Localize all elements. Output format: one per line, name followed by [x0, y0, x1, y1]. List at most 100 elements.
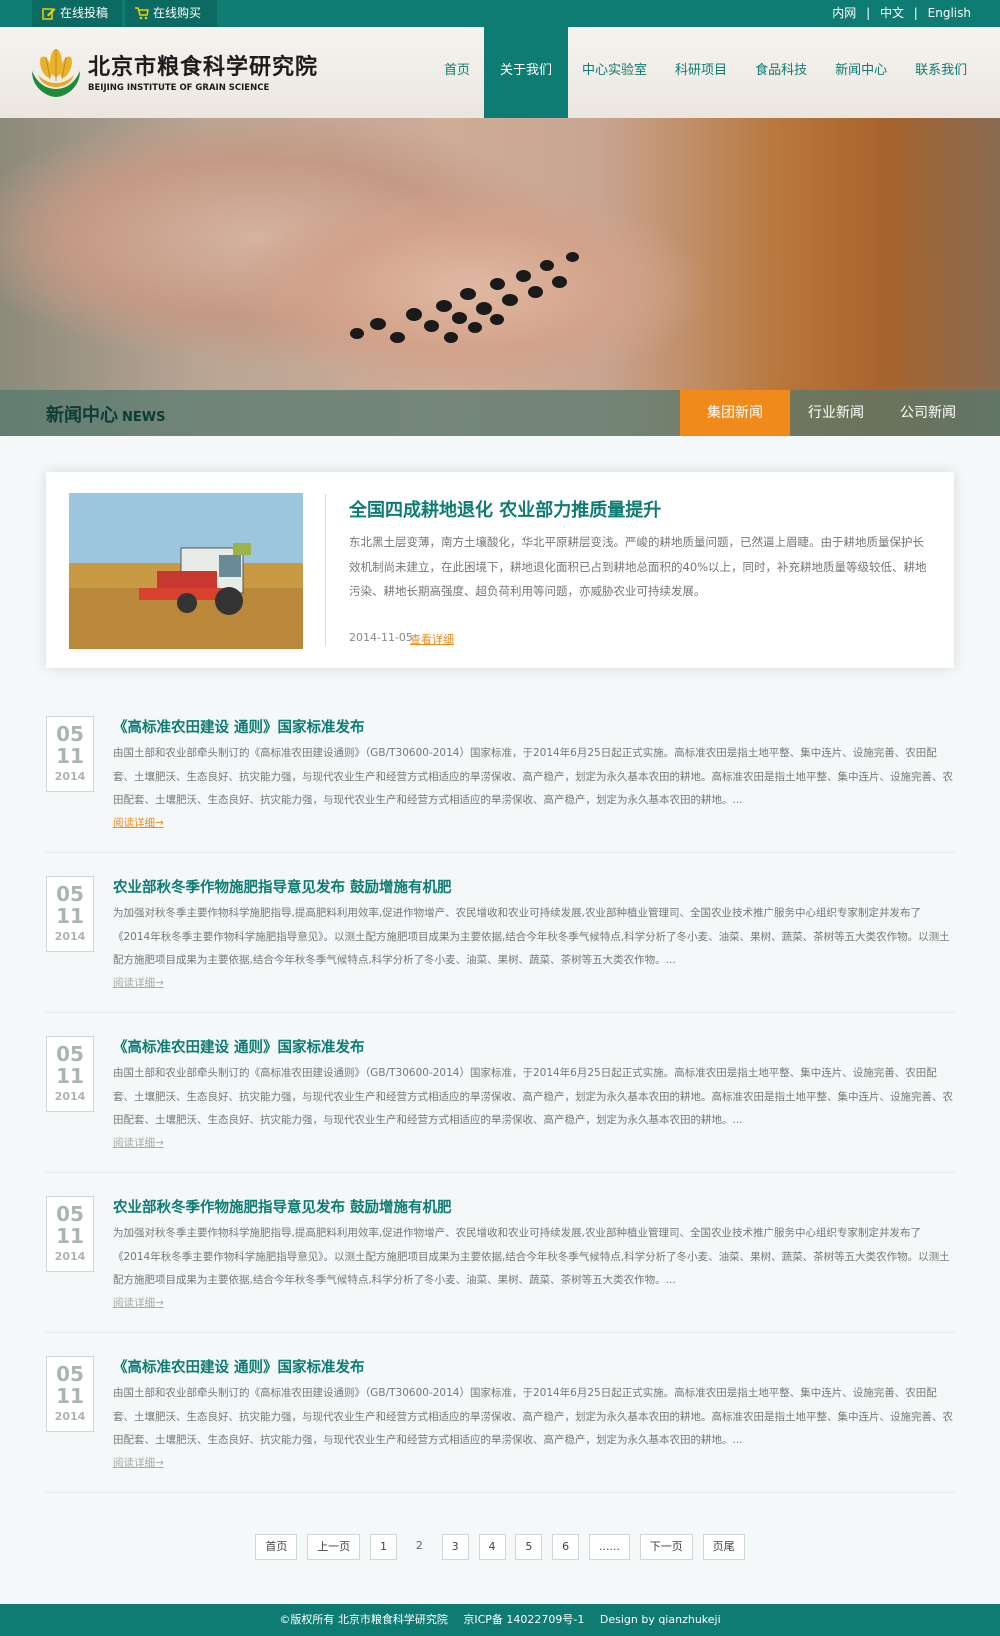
nav-home[interactable]: 首页 — [430, 27, 484, 118]
nav-about[interactable]: 关于我们 — [484, 27, 569, 118]
read-more-link[interactable]: 阅读详细→ — [113, 1295, 164, 1310]
news-title[interactable]: 《高标准农田建设 通则》国家标准发布 — [113, 716, 365, 737]
page-5[interactable]: 5 — [515, 1534, 543, 1560]
nav-research[interactable]: 科研项目 — [661, 27, 741, 118]
section-title-cn: 新闻中心 — [46, 405, 118, 426]
footer-design-credit: Design by qianzhukeji — [599, 1613, 721, 1626]
footer-icp[interactable]: 京ICP备 14022709号-1 — [463, 1613, 584, 1626]
page-next[interactable]: 下一页 — [639, 1534, 693, 1560]
edit-icon — [42, 8, 56, 20]
news-summary: 由国土部和农业部牵头制订的《高标准农田建设通则》（GB/T30600-2014）… — [113, 747, 953, 806]
seeds-image — [340, 248, 600, 358]
page-last[interactable]: 页尾 — [702, 1534, 745, 1560]
news-list-item: 05 11 2014 《高标准农田建设 通则》国家标准发布 由国土部和农业部牵头… — [46, 1356, 954, 1493]
section-title-en: NEWS — [122, 410, 166, 425]
date-year: 2014 — [54, 1090, 86, 1103]
date-badge: 05 11 2014 — [46, 876, 94, 952]
footer-copyright: ©版权所有 北京市粮食科学研究院 — [279, 1613, 448, 1626]
date-badge: 05 11 2014 — [46, 1036, 94, 1112]
news-summary: 由国土部和农业部牵头制订的《高标准农田建设通则》（GB/T30600-2014）… — [113, 1067, 953, 1126]
featured-description: 东北黑土层变薄，南方土壤酸化，华北平原耕层变浅。严峻的耕地质量问题，已然逼上眉睫… — [349, 535, 927, 598]
page-4[interactable]: 4 — [478, 1534, 506, 1560]
read-more-link[interactable]: 阅读详细→ — [113, 975, 164, 990]
news-summary: 为加强对秋冬季主要作物科学施肥指导,提高肥料利用效率,促进作物增产、农民增收和农… — [113, 1227, 950, 1286]
nav-news[interactable]: 新闻中心 — [821, 27, 901, 118]
section-bar: 新闻中心 NEWS 集团新闻 行业新闻 公司新闻 — [0, 390, 1000, 436]
site-header: 北京市粮食科学研究院 BEIJING INSTITUTE OF GRAIN SC… — [0, 27, 1000, 118]
news-title[interactable]: 《高标准农田建设 通则》国家标准发布 — [113, 1036, 365, 1057]
news-list-item: 05 11 2014 农业部秋冬季作物施肥指导意见发布 鼓励增施有机肥 为加强对… — [46, 1196, 954, 1333]
news-title[interactable]: 《高标准农田建设 通则》国家标准发布 — [113, 1356, 365, 1377]
read-more-link[interactable]: 阅读详细→ — [113, 1135, 164, 1150]
news-list-item: 05 11 2014 《高标准农田建设 通则》国家标准发布 由国土部和农业部牵头… — [46, 1036, 954, 1173]
page-first[interactable]: 首页 — [255, 1534, 298, 1560]
news-category-tabs: 集团新闻 行业新闻 公司新闻 — [680, 390, 1000, 436]
chinese-link[interactable]: 中文 — [880, 6, 904, 20]
date-day: 05 — [56, 722, 84, 746]
date-month: 11 — [56, 1224, 84, 1248]
date-month: 11 — [56, 904, 84, 928]
date-year: 2014 — [54, 770, 86, 783]
date-month: 11 — [56, 1384, 84, 1408]
read-more-link[interactable]: 阅读详细→ — [113, 1455, 164, 1470]
separator: | — [866, 6, 871, 20]
tab-industry-news[interactable]: 行业新闻 — [790, 390, 882, 436]
nav-contact[interactable]: 联系我们 — [901, 27, 981, 118]
date-day: 05 — [56, 1202, 84, 1226]
featured-image-harvester[interactable] — [69, 493, 303, 649]
date-day: 05 — [56, 882, 84, 906]
divider — [325, 494, 326, 646]
page-6[interactable]: 6 — [552, 1534, 580, 1560]
news-summary: 由国土部和农业部牵头制订的《高标准农田建设通则》（GB/T30600-2014）… — [113, 1387, 953, 1446]
news-title[interactable]: 农业部秋冬季作物施肥指导意见发布 鼓励增施有机肥 — [113, 1196, 452, 1217]
pagination: 首页 上一页 1 2 3 4 5 6 ...... 下一页 页尾 — [0, 1534, 1000, 1560]
read-more-link[interactable]: 阅读详细→ — [113, 815, 164, 830]
english-link[interactable]: English — [928, 6, 971, 20]
intranet-link[interactable]: 内网 — [832, 6, 856, 20]
date-day: 05 — [56, 1362, 84, 1386]
logo-chinese-name: 北京市粮食科学研究院 — [88, 55, 319, 80]
date-month: 11 — [56, 1064, 84, 1088]
section-title: 新闻中心 NEWS — [46, 401, 165, 427]
hero-banner — [0, 118, 1000, 436]
tab-company-news[interactable]: 公司新闻 — [882, 390, 1000, 436]
buy-online-label: 在线购买 — [153, 6, 202, 20]
featured-read-more-link[interactable]: 查看详细 — [410, 631, 454, 647]
page-3[interactable]: 3 — [441, 1534, 469, 1560]
news-title[interactable]: 农业部秋冬季作物施肥指导意见发布 鼓励增施有机肥 — [113, 876, 452, 897]
separator: | — [913, 6, 918, 20]
submit-online-button[interactable]: 在线投稿 — [32, 0, 122, 27]
top-bar: 在线投稿 在线购买 内网 | 中文 | English — [0, 0, 1000, 27]
page-1[interactable]: 1 — [370, 1534, 398, 1560]
cart-icon — [135, 7, 149, 20]
featured-title[interactable]: 全国四成耕地退化 农业部力推质量提升 — [349, 496, 661, 522]
tab-group-news[interactable]: 集团新闻 — [680, 390, 790, 436]
news-list-item: 05 11 2014 农业部秋冬季作物施肥指导意见发布 鼓励增施有机肥 为加强对… — [46, 876, 954, 1013]
page-prev[interactable]: 上一页 — [307, 1534, 361, 1560]
date-year: 2014 — [54, 1250, 86, 1263]
date-badge: 05 11 2014 — [46, 1356, 94, 1432]
date-month: 11 — [56, 744, 84, 768]
submit-online-label: 在线投稿 — [60, 6, 109, 20]
language-links: 内网 | 中文 | English — [829, 0, 974, 27]
logo-english-name: BEIJING INSTITUTE OF GRAIN SCIENCE — [88, 83, 270, 93]
news-list-item: 05 11 2014 《高标准农田建设 通则》国家标准发布 由国土部和农业部牵头… — [46, 716, 954, 853]
nav-lab[interactable]: 中心实验室 — [568, 27, 661, 118]
grain-logo-icon — [32, 49, 80, 97]
date-badge: 05 11 2014 — [46, 716, 94, 792]
buy-online-button[interactable]: 在线购买 — [125, 0, 217, 27]
date-year: 2014 — [54, 930, 86, 943]
news-summary: 为加强对秋冬季主要作物科学施肥指导,提高肥料利用效率,促进作物增产、农民增收和农… — [113, 907, 950, 966]
page-current: 2 — [415, 1539, 423, 1552]
featured-date: 2014-11-05 — [349, 631, 413, 644]
harvester-illustration — [69, 493, 303, 649]
nav-food-tech[interactable]: 食品科技 — [741, 27, 821, 118]
featured-news-card: 全国四成耕地退化 农业部力推质量提升 东北黑土层变薄，南方土壤酸化，华北平原耕层… — [46, 472, 954, 668]
date-year: 2014 — [54, 1410, 86, 1423]
site-logo[interactable]: 北京市粮食科学研究院 BEIJING INSTITUTE OF GRAIN SC… — [28, 41, 328, 103]
site-footer: ©版权所有 北京市粮食科学研究院 京ICP备 14022709号-1 Desig… — [0, 1604, 1000, 1636]
page-ellipsis[interactable]: ...... — [588, 1534, 630, 1560]
date-badge: 05 11 2014 — [46, 1196, 94, 1272]
main-nav: 首页 关于我们 中心实验室 科研项目 食品科技 新闻中心 联系我们 — [430, 27, 981, 118]
date-day: 05 — [56, 1042, 84, 1066]
